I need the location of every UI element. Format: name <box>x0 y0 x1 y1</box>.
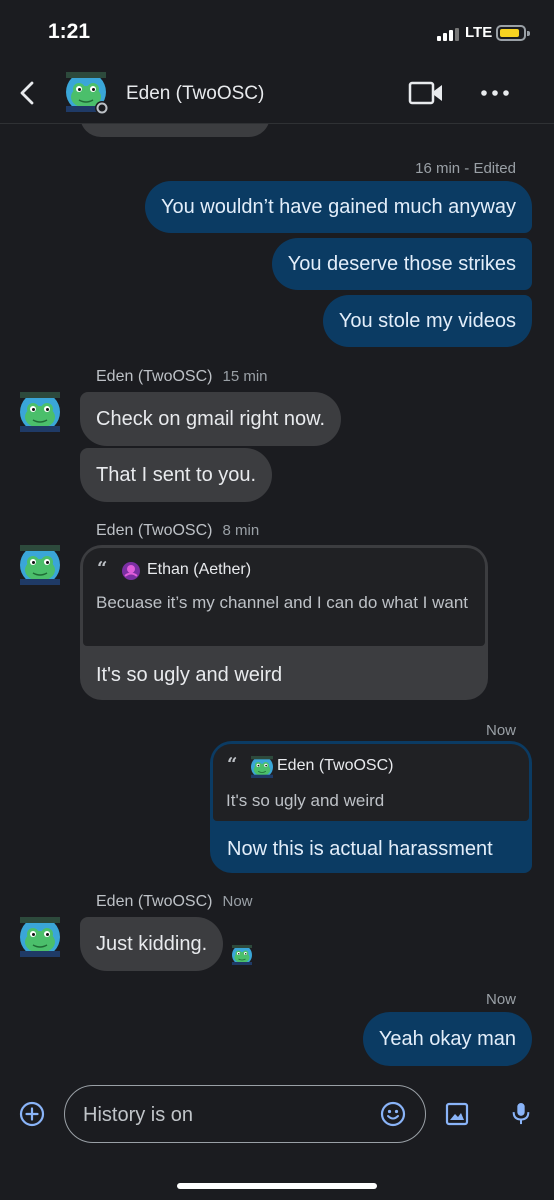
reply-text: Now this is actual harassment <box>227 838 493 860</box>
quoted-sender-avatar <box>122 562 140 580</box>
incoming-reply-bubble[interactable]: “ Ethan (Aether) Becuase it’s my channel… <box>80 545 488 700</box>
message-timestamp: Now <box>485 991 516 1008</box>
incoming-message-bubble[interactable]: Just kidding. <box>80 917 224 971</box>
message-timestamp: 16 min - Edited <box>415 160 516 177</box>
sender-line: Eden (TwoOSC) 8 min <box>96 522 259 540</box>
battery-icon <box>496 25 530 41</box>
sender-name: Eden (TwoOSC) <box>96 522 213 539</box>
more-options-icon[interactable] <box>478 86 512 100</box>
outgoing-message-bubble[interactable]: You deserve those strikes <box>271 238 532 290</box>
incoming-message-bubble[interactable]: Check on gmail right now. <box>80 392 342 446</box>
message-time: 15 min <box>222 368 268 385</box>
back-arrow-icon[interactable] <box>14 78 42 108</box>
video-call-icon[interactable] <box>408 80 444 106</box>
status-bar: 1:21 LTE <box>0 0 554 62</box>
add-attachment-icon[interactable] <box>19 1101 45 1127</box>
quote-icon: “ <box>227 754 238 775</box>
sender-avatar[interactable] <box>20 392 60 432</box>
emoji-icon[interactable] <box>380 1101 406 1127</box>
contact-name[interactable]: Eden (TwoOSC) <box>126 83 264 105</box>
message-input[interactable]: History is on <box>64 1085 426 1143</box>
quoted-sender-name: Ethan (Aether) <box>147 561 252 578</box>
conversation-header: Eden (TwoOSC) <box>0 62 554 124</box>
status-time: 1:21 <box>48 20 91 43</box>
quoted-message[interactable]: “ Ethan (Aether) Becuase it’s my channel… <box>83 548 485 646</box>
quoted-text: Becuase it’s my channel and I can do wha… <box>96 593 469 612</box>
network-type: LTE <box>465 24 493 41</box>
quoted-sender-name: Eden (TwoOSC) <box>277 757 394 774</box>
sender-name: Eden (TwoOSC) <box>96 893 213 910</box>
quote-icon: “ <box>97 558 108 579</box>
message-time: 8 min <box>222 522 260 539</box>
microphone-icon[interactable] <box>510 1100 532 1128</box>
read-receipt-avatar <box>232 945 252 965</box>
sender-line: Eden (TwoOSC) 15 min <box>96 368 268 386</box>
quoted-message[interactable]: “ Eden (TwoOSC) It's so ugly and weird <box>213 744 529 821</box>
incoming-message-bubble[interactable]: That I sent to you. <box>80 448 273 502</box>
reply-text: It's so ugly and weird <box>96 664 283 686</box>
image-gallery-icon[interactable] <box>445 1102 469 1126</box>
outgoing-message-bubble[interactable]: Yeah okay man <box>362 1012 532 1066</box>
outgoing-message-bubble[interactable]: You stole my videos <box>322 295 532 347</box>
home-indicator[interactable] <box>177 1183 377 1189</box>
sender-avatar[interactable] <box>20 917 60 957</box>
sender-avatar[interactable] <box>20 545 60 585</box>
sender-name: Eden (TwoOSC) <box>96 368 213 385</box>
message-input-placeholder: History is on <box>83 1104 194 1126</box>
quoted-text: It's so ugly and weird <box>226 791 385 810</box>
outgoing-message-bubble[interactable]: You wouldn’t have gained much anyway <box>144 181 532 233</box>
message-timestamp: Now <box>485 722 516 739</box>
message-time: Now <box>222 893 253 910</box>
outgoing-reply-bubble[interactable]: “ Eden (TwoOSC) It's so ugly and weird N… <box>210 741 532 873</box>
sender-line: Eden (TwoOSC) Now <box>96 893 253 911</box>
contact-avatar[interactable] <box>66 72 110 116</box>
cellular-signal-icon <box>437 28 459 41</box>
quoted-sender-avatar <box>251 756 273 778</box>
